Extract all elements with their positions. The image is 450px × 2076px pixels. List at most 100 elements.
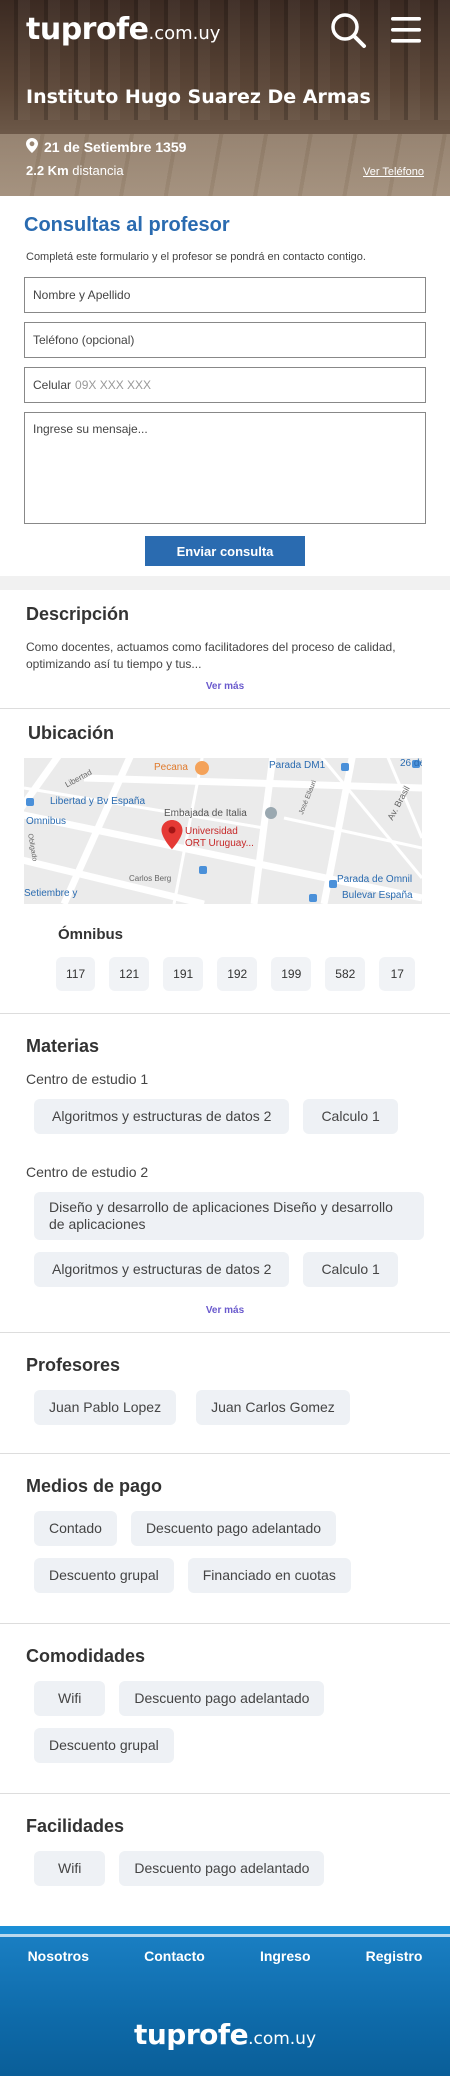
address: 21 de Setiembre 1359	[26, 138, 186, 156]
bus-line[interactable]: 199	[271, 957, 312, 991]
map-label-omnibus: Omnibus	[26, 816, 67, 827]
subject-chip[interactable]: Diseño y desarrollo de aplicaciones Dise…	[34, 1192, 424, 1240]
hero-header: tuprofe.com.uy Instituto Hugo Suarez De …	[0, 0, 450, 196]
teacher-chip[interactable]: Juan Pablo Lopez	[34, 1390, 177, 1425]
amenity-chip[interactable]: Descuento grupal	[34, 1728, 174, 1763]
description-more-link[interactable]: Ver más	[26, 681, 424, 692]
subjects-section: Materias Centro de estudio 1 Algoritmos …	[0, 1014, 450, 1333]
facility-chip[interactable]: Wifi	[34, 1851, 106, 1886]
contact-subtitle: Completá este formulario y el profesor s…	[26, 251, 366, 263]
location-section: Ubicación Pecana Parada DM1 26 d Liberta…	[0, 709, 450, 1014]
footer-link-registro[interactable]: Registro	[366, 1948, 423, 1964]
subject-chip[interactable]: Algoritmos y estructuras de datos 2	[34, 1099, 290, 1134]
map-label-ort: Universidad ORT Uruguay...	[185, 826, 254, 849]
location-title: Ubicación	[28, 723, 115, 743]
facilities-title: Facilidades	[26, 1816, 125, 1836]
search-icon[interactable]	[328, 10, 368, 50]
address-text: 21 de Setiembre 1359	[44, 139, 187, 155]
message-placeholder: Ingrese su mensaje...	[33, 422, 148, 436]
name-field[interactable]: Nombre y Apellido	[24, 277, 426, 313]
description-title: Descripción	[26, 604, 130, 624]
footer-link-ingreso[interactable]: Ingreso	[260, 1948, 311, 1964]
cell-label: Celular	[33, 378, 72, 392]
phone-field[interactable]: Teléfono (opcional)	[24, 322, 426, 358]
bus-line[interactable]: 192	[217, 957, 258, 991]
subject-chip[interactable]: Calculo 1	[303, 1099, 398, 1134]
distance-value: 2.2 Km	[26, 163, 69, 178]
header-actions	[328, 10, 426, 50]
payment-section: Medios de pago Contado Descuento pago ad…	[0, 1454, 450, 1624]
bus-line[interactable]: 17	[379, 957, 416, 991]
facility-list: Wifi Descuento pago adelantado	[34, 1851, 424, 1886]
subject-list: Diseño y desarrollo de aplicaciones Dise…	[34, 1192, 424, 1287]
institute-title: Instituto Hugo Suarez De Armas	[26, 86, 371, 108]
bus-line[interactable]: 582	[325, 957, 366, 991]
subject-chip[interactable]: Calculo 1	[303, 1252, 398, 1287]
send-inquiry-button[interactable]: Enviar consulta	[145, 536, 305, 566]
teacher-chip[interactable]: Juan Carlos Gomez	[196, 1390, 350, 1425]
bus-line-list: 117 121 191 192 199 582 17	[56, 957, 424, 991]
payment-chip[interactable]: Descuento pago adelantado	[130, 1511, 337, 1546]
amenities-section: Comodidades Wifi Descuento pago adelanta…	[0, 1624, 450, 1794]
phone-placeholder: Teléfono (opcional)	[33, 333, 135, 347]
payment-title: Medios de pago	[26, 1476, 163, 1496]
amenity-list: Wifi Descuento pago adelantado Descuento…	[34, 1681, 424, 1763]
subject-group-label: Centro de estudio 2	[26, 1164, 149, 1180]
subject-list: Algoritmos y estructuras de datos 2 Calc…	[34, 1099, 424, 1134]
payment-chip[interactable]: Descuento grupal	[34, 1558, 174, 1593]
map-label-setiembre: Setiembre y	[24, 888, 78, 899]
location-map[interactable]: Pecana Parada DM1 26 de Libertad y Bv Es…	[24, 758, 422, 904]
teacher-list: Juan Pablo Lopez Juan Carlos Gomez	[34, 1390, 424, 1425]
footer-link-contacto[interactable]: Contacto	[144, 1948, 205, 1964]
footer-logo[interactable]: tuprofe.com.uy	[0, 2018, 450, 2051]
payment-chip[interactable]: Financiado en cuotas	[187, 1558, 351, 1593]
footer-logo-tld: .com.uy	[248, 2029, 317, 2049]
bus-line[interactable]: 121	[109, 957, 150, 991]
description-section: Descripción Como docentes, actuamos como…	[0, 590, 450, 709]
payment-chip[interactable]: Contado	[34, 1511, 117, 1546]
omnibus-title: Ómnibus	[58, 926, 124, 943]
subject-chip[interactable]: Algoritmos y estructuras de datos 2	[34, 1252, 290, 1287]
logo-brand: tuprofe	[26, 12, 149, 47]
cell-placeholder: 09X XXX XXX	[75, 378, 152, 392]
footer-nav: Nosotros Contacto Ingreso Registro	[0, 1934, 450, 1964]
map-label-pecana: Pecana	[154, 762, 188, 773]
spacer	[0, 576, 450, 590]
teachers-section: Profesores Juan Pablo Lopez Juan Carlos …	[0, 1333, 450, 1454]
view-phone-link[interactable]: Ver Teléfono	[363, 166, 424, 178]
name-placeholder: Nombre y Apellido	[33, 288, 131, 302]
amenity-chip[interactable]: Descuento pago adelantado	[119, 1681, 325, 1716]
message-field[interactable]: Ingrese su mensaje...	[24, 412, 426, 524]
subject-group-label: Centro de estudio 1	[26, 1071, 149, 1087]
amenities-title: Comodidades	[26, 1646, 146, 1666]
facility-chip[interactable]: Descuento pago adelantado	[119, 1851, 325, 1886]
map-label-parada-omnibus: Parada de Omnil	[337, 874, 413, 885]
subjects-more-link[interactable]: Ver más	[26, 1305, 424, 1316]
contact-title: Consultas al profesor	[24, 214, 230, 236]
map-label-bulevar: Bulevar España	[342, 890, 413, 901]
map-label-embajada: Embajada de Italia	[164, 808, 247, 819]
facilities-section: Facilidades Wifi Descuento pago adelanta…	[0, 1794, 450, 1926]
amenity-chip[interactable]: Wifi	[34, 1681, 106, 1716]
distance: 2.2 Km distancia	[26, 163, 124, 178]
teachers-title: Profesores	[26, 1355, 121, 1375]
hamburger-menu-icon[interactable]	[386, 10, 426, 50]
logo-tld: .com.uy	[148, 23, 221, 44]
footer-logo-brand: tuprofe	[133, 2018, 249, 2051]
map-label-26: 26 de	[400, 758, 422, 769]
contact-form: Consultas al profesor Completá este form…	[0, 196, 450, 576]
bus-line[interactable]: 117	[56, 957, 96, 991]
logo[interactable]: tuprofe.com.uy	[26, 12, 220, 47]
cell-field[interactable]: Celular 09X XXX XXX	[24, 367, 426, 403]
map-label-libertad: Libertad y Bv España	[50, 796, 146, 807]
bus-line[interactable]: 191	[163, 957, 204, 991]
map-label-parada-dm1: Parada DM1	[269, 760, 326, 771]
payment-list: Contado Descuento pago adelantado Descue…	[34, 1511, 424, 1593]
footer: Nosotros Contacto Ingreso Registro tupro…	[0, 1926, 450, 2076]
location-pin-icon	[26, 138, 38, 156]
description-text: Como docentes, actuamos como facilitador…	[26, 640, 396, 671]
subjects-title: Materias	[26, 1036, 100, 1056]
distance-label: distancia	[72, 163, 124, 178]
footer-link-nosotros[interactable]: Nosotros	[28, 1948, 89, 1964]
map-label-carlos-berg: Carlos Berg	[129, 874, 172, 883]
